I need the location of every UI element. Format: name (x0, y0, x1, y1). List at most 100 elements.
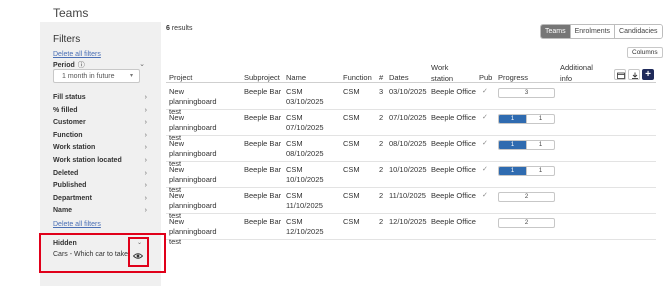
view-tabs: Teams Enrolments Candidacies (540, 24, 663, 39)
cell-pub: ✓ (482, 114, 488, 121)
header-pub[interactable]: Pub (479, 73, 492, 82)
results-count: 6 results (166, 25, 192, 32)
filter-item-label: Deleted (53, 169, 79, 177)
cell-workstation: Beeple Office (431, 217, 476, 226)
cell-count: 3 (379, 87, 384, 96)
delete-all-filters-link-bottom[interactable]: Delete all filters (53, 221, 101, 228)
cell-function: CSM (343, 217, 360, 226)
cell-date: 11/10/2025 (389, 191, 426, 200)
cell-name[interactable]: CSM 10/10/2025 (286, 165, 334, 185)
header-dates[interactable]: Dates (389, 73, 409, 82)
cell-workstation: Beeple Office (431, 139, 476, 148)
header-number[interactable]: # (379, 73, 383, 82)
progress-bar[interactable]: 2 (498, 192, 555, 202)
progress-open-segment: 1 (526, 115, 554, 123)
period-label-text: Period (53, 62, 75, 69)
progress-open-segment: 1 (526, 141, 554, 149)
chevron-down-icon[interactable]: ⌄ (139, 60, 145, 68)
eye-icon[interactable] (133, 252, 143, 260)
header-progress[interactable]: Progress (498, 73, 528, 82)
cell-date: 03/10/2025 (389, 87, 427, 96)
chevron-right-icon: › (144, 156, 147, 164)
chevron-down-icon: ▾ (129, 73, 133, 79)
progress-open-segment: 1 (526, 167, 554, 175)
chevron-right-icon: › (144, 119, 147, 127)
cell-date: 12/10/2025 (389, 217, 427, 226)
cell-workstation: Beeple Office (431, 191, 476, 200)
tab-candidacies[interactable]: Candidacies (614, 25, 662, 38)
filter-item[interactable]: Fill status › (53, 94, 147, 107)
columns-button[interactable]: Columns (627, 47, 663, 58)
tab-teams[interactable]: Teams (541, 25, 570, 38)
filter-item[interactable]: Department › (53, 195, 147, 208)
header-additional-info[interactable]: Additional info (560, 62, 600, 84)
header-workstation[interactable]: Work station (431, 62, 461, 84)
header-project[interactable]: Project (169, 73, 192, 82)
progress-bar[interactable]: 11 (498, 140, 555, 150)
add-button[interactable]: + (642, 69, 654, 80)
header-subproject[interactable]: Subproject (244, 73, 280, 82)
filter-item-label: Work station (53, 144, 96, 152)
filter-item-label: Department (53, 194, 92, 202)
chevron-down-icon[interactable]: ⌄ (137, 239, 142, 246)
info-icon[interactable]: ⓘ (78, 62, 85, 69)
period-select-value: 1 month in future (62, 73, 115, 80)
filter-item-label: Function (53, 131, 83, 139)
chevron-right-icon: › (144, 169, 147, 177)
filter-item-label: Work station located (53, 156, 122, 164)
cell-subproject: Beeple Bar (244, 113, 282, 122)
filter-item[interactable]: Customer › (53, 119, 147, 132)
cell-project[interactable]: New planningboard test (169, 217, 229, 247)
cell-workstation: Beeple Office (431, 113, 476, 122)
progress-bar[interactable]: 11 (498, 114, 555, 124)
table-row[interactable]: New planningboard test Beeple Bar CSM 10/1… (166, 162, 656, 194)
cell-name[interactable]: CSM 11/10/2025 (286, 191, 334, 211)
cell-function: CSM (343, 113, 360, 122)
progress-filled-segment: 1 (499, 115, 526, 123)
filter-item-label: Fill status (53, 94, 86, 101)
filter-item-label: % filled (53, 106, 78, 114)
progress-bar[interactable]: 11 (498, 166, 555, 176)
cell-pub: ✓ (482, 192, 488, 199)
cell-subproject: Beeple Bar (244, 87, 282, 96)
header-divider (166, 82, 656, 83)
chevron-right-icon: › (144, 144, 147, 152)
period-select[interactable]: 1 month in future ▾ (53, 69, 140, 83)
cell-subproject: Beeple Bar (244, 139, 282, 148)
filter-item[interactable]: Work station › (53, 144, 147, 157)
delete-all-filters-link[interactable]: Delete all filters (53, 51, 101, 58)
progress-bar[interactable]: 3 (498, 88, 555, 98)
cell-workstation: Beeple Office (431, 165, 476, 174)
table-row[interactable]: New planningboard test Beeple Bar CSM 11/1… (166, 188, 656, 220)
header-function[interactable]: Function (343, 73, 372, 82)
progress-bar[interactable]: 2 (498, 218, 555, 228)
table-row[interactable]: New planningboard test Beeple Bar CSM 07/1… (166, 110, 656, 142)
progress-filled-segment: 1 (499, 167, 526, 175)
filter-item[interactable]: Name › (53, 207, 147, 220)
filter-item[interactable]: % filled › (53, 107, 147, 120)
table-row[interactable]: New planningboard test Beeple Bar CSM 12/1… (166, 214, 656, 246)
tab-enrolments[interactable]: Enrolments (569, 25, 615, 38)
table-row[interactable]: New planningboard test Beeple Bar CSM 08/1… (166, 136, 656, 168)
cell-count: 2 (379, 113, 384, 122)
filter-item[interactable]: Function › (53, 132, 147, 145)
chevron-right-icon: › (144, 182, 147, 190)
cell-count: 2 (379, 139, 384, 148)
header-name[interactable]: Name (286, 73, 306, 82)
cell-name[interactable]: CSM 07/10/2025 (286, 113, 334, 133)
results-text: results (169, 25, 193, 32)
calendar-icon[interactable] (614, 69, 626, 80)
download-icon[interactable] (628, 69, 640, 80)
cell-count: 2 (379, 217, 384, 226)
cell-name[interactable]: CSM 08/10/2025 (286, 139, 334, 159)
hidden-filter-value: Cars - Which car to take (53, 251, 129, 258)
cell-count: 2 (379, 191, 384, 200)
table-row[interactable]: New planningboard test Beeple Bar CSM 03/1… (166, 84, 656, 116)
cell-name[interactable]: CSM 03/10/2025 (286, 87, 334, 107)
filter-item[interactable]: Work station located › (53, 157, 147, 170)
cell-date: 07/10/2025 (389, 113, 427, 122)
filter-item-label: Published (53, 182, 87, 190)
cell-name[interactable]: CSM 12/10/2025 (286, 217, 334, 237)
filter-item[interactable]: Published › (53, 182, 147, 195)
filter-item[interactable]: Deleted › (53, 170, 147, 183)
